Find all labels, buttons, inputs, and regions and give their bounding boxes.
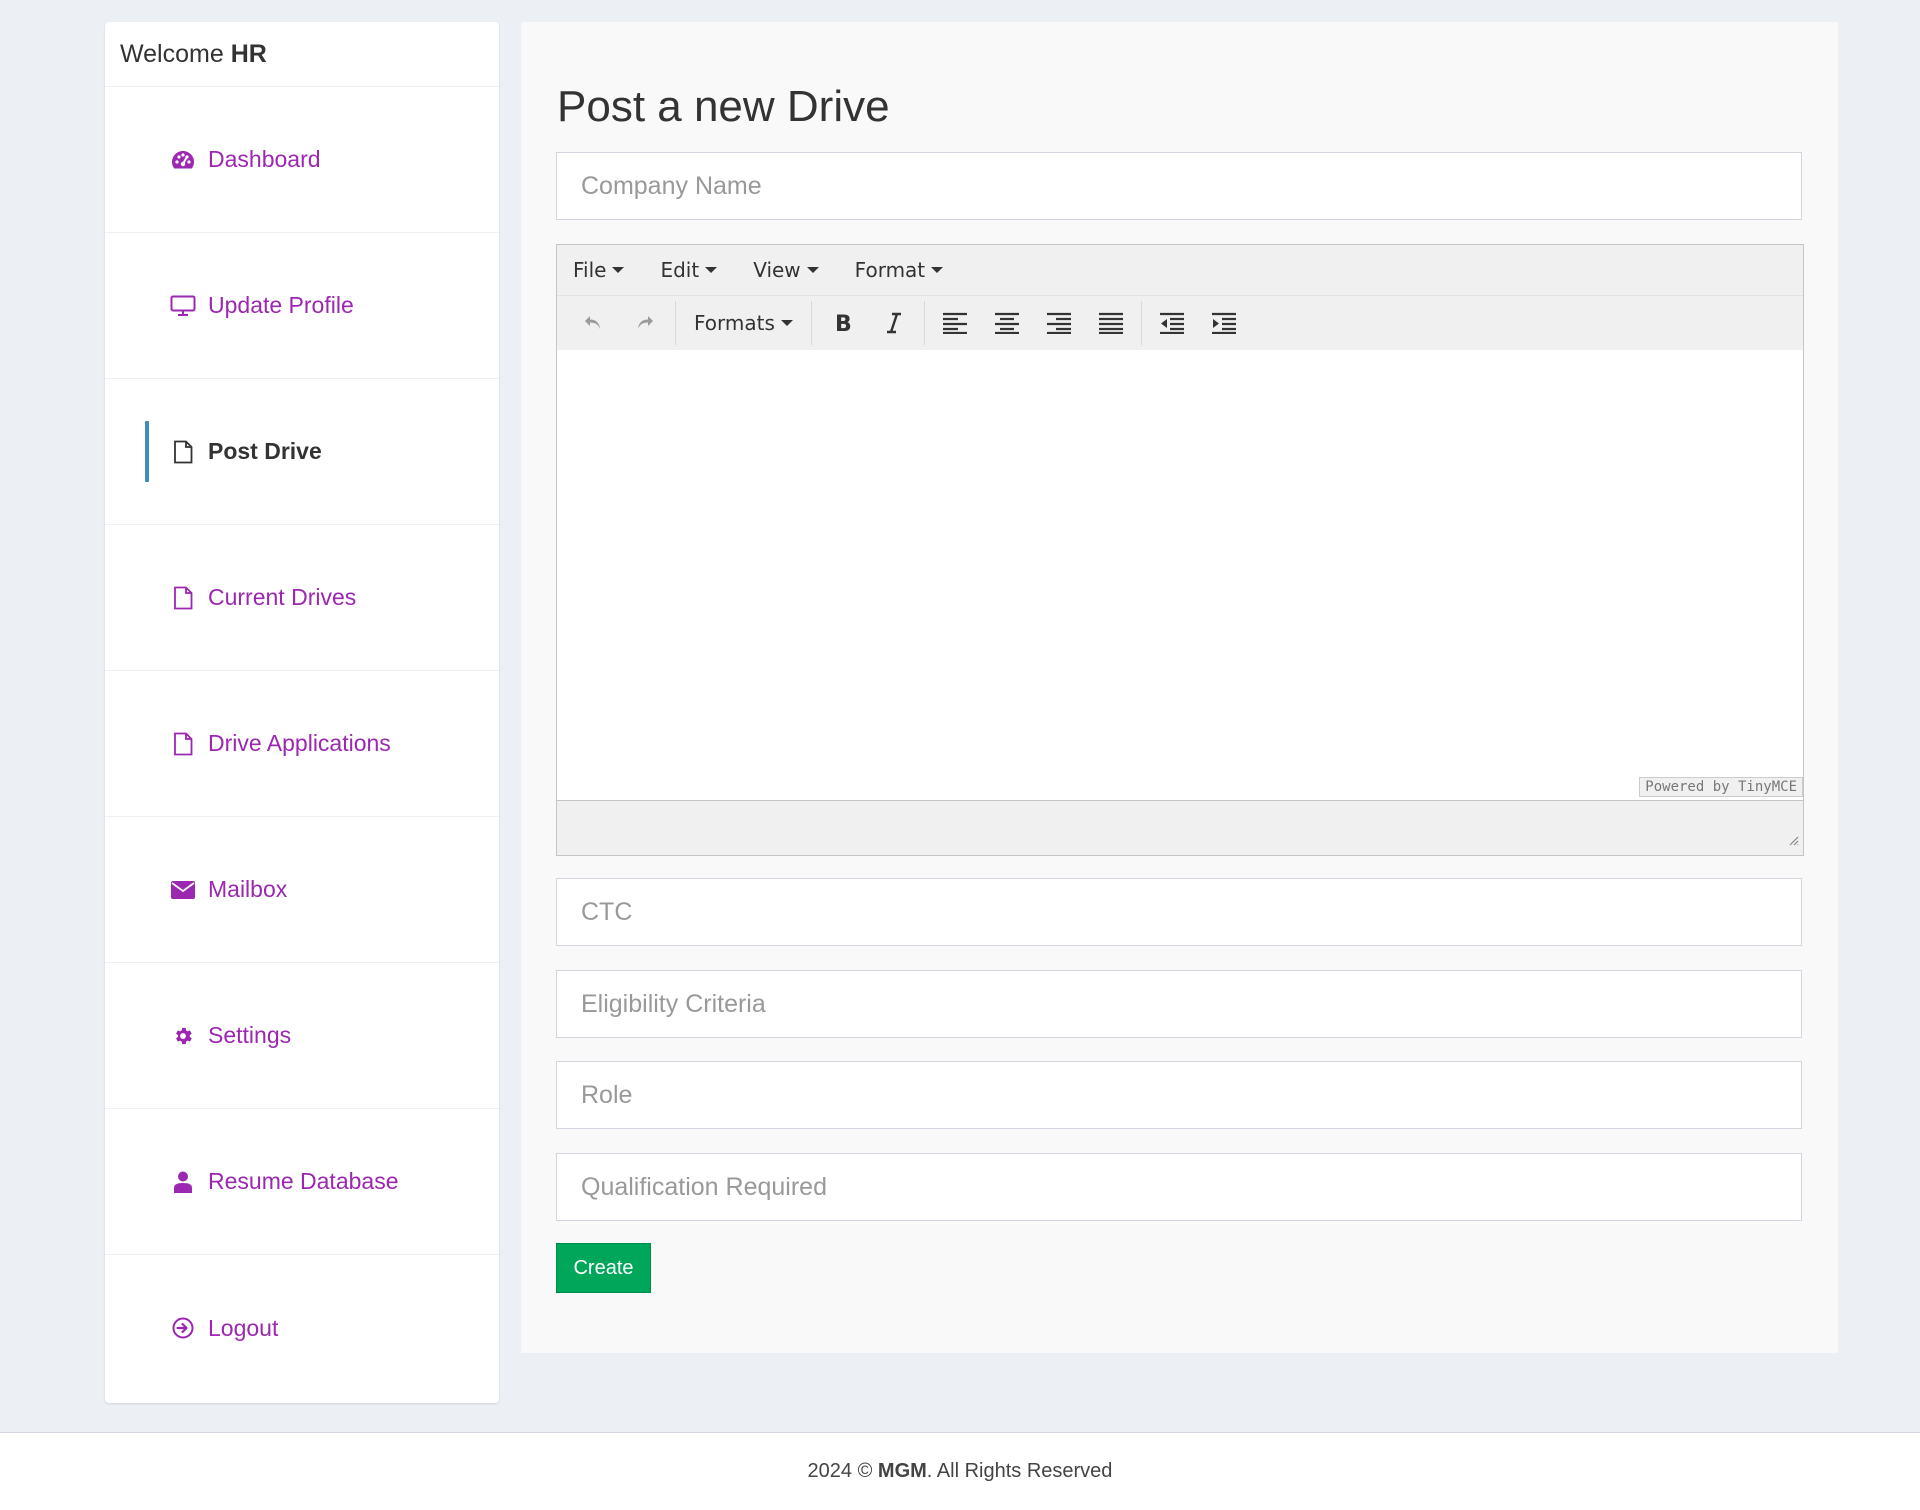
footer-year: 2024 ©	[807, 1460, 873, 1482]
user-icon	[170, 1169, 196, 1195]
sidebar-item-label: Update Profile	[208, 292, 354, 318]
undo-icon[interactable]	[567, 303, 619, 343]
toolbar-separator	[675, 301, 676, 345]
sidebar-item-logout[interactable]: Logout	[105, 1255, 499, 1401]
bold-icon[interactable]: B	[816, 303, 868, 343]
sidebar-item-post-drive[interactable]: Post Drive	[105, 379, 499, 525]
redo-icon[interactable]	[619, 303, 671, 343]
qualification-required-input[interactable]	[556, 1153, 1802, 1221]
sidebar-item-label: Post Drive	[208, 438, 322, 464]
role-input[interactable]	[556, 1061, 1802, 1129]
footer: 2024 © MGM. All Rights Reserved	[0, 1432, 1920, 1510]
welcome-prefix: Welcome	[120, 40, 224, 68]
svg-text:B: B	[835, 312, 852, 335]
menu-format[interactable]: Format	[847, 258, 944, 282]
sidebar-item-resume-database[interactable]: Resume Database	[105, 1109, 499, 1255]
toolbar-separator	[1140, 301, 1142, 345]
welcome-user: HR	[230, 40, 267, 68]
sidebar-item-settings[interactable]: Settings	[105, 963, 499, 1109]
menu-edit[interactable]: Edit	[652, 258, 718, 282]
sidebar-nav: Dashboard Update Profile Post Drive Curr…	[105, 87, 499, 1401]
sidebar-item-mailbox[interactable]: Mailbox	[105, 817, 499, 963]
monitor-icon	[170, 293, 196, 319]
welcome-header: Welcome HR	[105, 22, 499, 87]
file-icon	[170, 585, 196, 611]
sidebar: Welcome HR Dashboard Update Profile Post…	[105, 22, 499, 1403]
file-icon	[170, 731, 196, 757]
menu-view[interactable]: View	[745, 258, 819, 282]
sidebar-item-update-profile[interactable]: Update Profile	[105, 233, 499, 379]
main-content: Post a new Drive File Edit View Format F…	[521, 22, 1838, 1353]
footer-rights: . All Rights Reserved	[926, 1460, 1113, 1482]
powered-by-label[interactable]: Powered by TinyMCE	[1639, 777, 1803, 797]
menu-file[interactable]: File	[565, 258, 625, 282]
rich-text-editor: File Edit View Format Formats B Powered …	[556, 244, 1804, 856]
editor-statusbar	[557, 800, 1803, 855]
envelope-icon	[170, 877, 196, 903]
sidebar-item-dashboard[interactable]: Dashboard	[105, 87, 499, 233]
toolbar-separator	[810, 301, 812, 345]
resize-handle-icon[interactable]	[1787, 833, 1799, 851]
sidebar-item-drive-applications[interactable]: Drive Applications	[105, 671, 499, 817]
eligibility-criteria-input[interactable]	[556, 970, 1802, 1038]
sidebar-item-label: Logout	[208, 1314, 279, 1341]
ctc-input[interactable]	[556, 878, 1802, 946]
sidebar-item-label: Dashboard	[208, 146, 321, 172]
editor-body[interactable]	[557, 350, 1803, 800]
page-title: Post a new Drive	[557, 82, 890, 131]
sidebar-item-label: Mailbox	[208, 876, 288, 902]
sidebar-item-label: Resume Database	[208, 1168, 399, 1194]
outdent-icon[interactable]	[1146, 303, 1198, 343]
align-right-icon[interactable]	[1033, 303, 1085, 343]
dashboard-icon	[170, 147, 196, 173]
sidebar-item-current-drives[interactable]: Current Drives	[105, 525, 499, 671]
company-name-input[interactable]	[556, 152, 1802, 220]
toolbar-separator	[923, 301, 925, 345]
editor-menubar: File Edit View Format	[557, 245, 1803, 296]
sidebar-item-label: Drive Applications	[208, 730, 391, 756]
formats-dropdown[interactable]: Formats	[680, 303, 807, 343]
sidebar-item-label: Current Drives	[208, 584, 357, 610]
align-left-icon[interactable]	[929, 303, 981, 343]
align-justify-icon[interactable]	[1085, 303, 1137, 343]
logout-icon	[170, 1315, 196, 1341]
italic-icon[interactable]	[868, 303, 920, 343]
sidebar-item-label: Settings	[208, 1022, 292, 1048]
gear-icon	[170, 1023, 196, 1049]
align-center-icon[interactable]	[981, 303, 1033, 343]
editor-toolbar: Formats B	[557, 296, 1803, 351]
create-button[interactable]: Create	[556, 1243, 651, 1293]
footer-brand: MGM	[877, 1460, 927, 1482]
file-icon	[170, 439, 196, 465]
indent-icon[interactable]	[1198, 303, 1250, 343]
